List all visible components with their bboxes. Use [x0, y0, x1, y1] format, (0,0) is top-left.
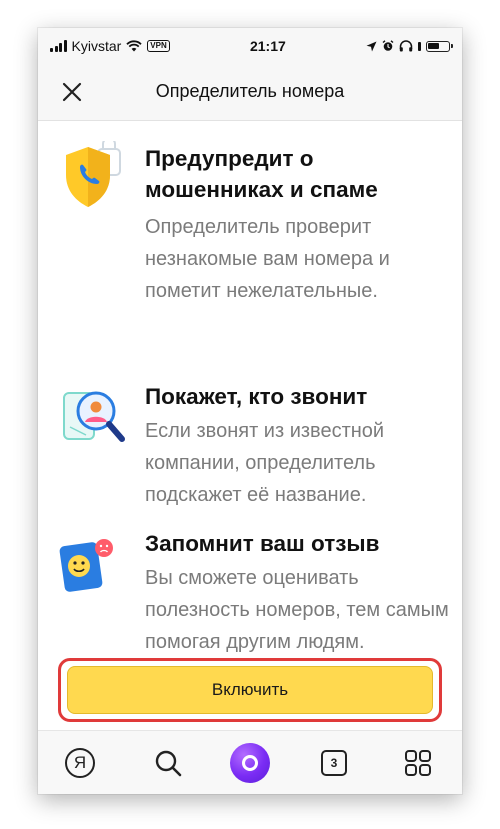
feature-item-feedback: Запомнит ваш отзыв Вы сможете оценивать … — [38, 528, 462, 671]
location-icon — [366, 41, 377, 51]
tab-yandex[interactable]: Я — [58, 741, 102, 785]
wifi-icon — [126, 40, 142, 52]
header: Определитель номера — [38, 64, 462, 121]
yandex-icon: Я — [65, 748, 95, 778]
status-bar: Kyivstar VPN 21:17 — [38, 28, 462, 64]
tab-tabs[interactable]: 3 — [312, 741, 356, 785]
status-bar-left: Kyivstar VPN — [50, 38, 170, 54]
status-time: 21:17 — [249, 38, 286, 54]
status-bar-right — [366, 40, 453, 52]
feedback-faces-icon — [59, 539, 113, 592]
magnifier-contact-icon — [63, 391, 125, 442]
headphones-icon — [399, 40, 413, 52]
enable-button-label: Включить — [211, 680, 289, 699]
alice-icon — [230, 743, 270, 783]
feature-item-caller-id: Покажет, кто звонит Если звонят из извес… — [38, 379, 462, 509]
carrier-label: Kyivstar — [71, 38, 122, 54]
tab-search[interactable] — [146, 741, 190, 785]
feature-description: Вы сможете оценивать полезность номеров,… — [145, 567, 449, 653]
feature-list: Предупредит о мошенниках и спаме Определ… — [38, 121, 462, 671]
tab-services[interactable] — [396, 741, 440, 785]
feature-description: Определитель проверит незнакомые вам ном… — [145, 216, 390, 302]
shield-phone-icon — [66, 141, 121, 207]
feature-title: Предупредит о мошенниках и спаме — [145, 146, 378, 202]
tab-alice[interactable] — [228, 741, 272, 785]
services-grid-icon — [405, 750, 431, 776]
enable-button[interactable]: Включить — [67, 666, 433, 714]
tabs-icon: 3 — [321, 750, 347, 776]
alarm-icon — [382, 40, 394, 51]
bottom-tab-bar: Я 3 — [38, 730, 462, 794]
phone-screen: Kyivstar VPN 21:17 Определитель номера П… — [38, 28, 462, 794]
feature-title: Покажет, кто звонит — [145, 384, 368, 409]
battery-icon — [426, 40, 453, 52]
feature-item-spam-warning: Предупредит о мошенниках и спаме Определ… — [38, 121, 462, 351]
charging-indicator-icon — [418, 41, 421, 51]
page-title: Определитель номера — [155, 81, 345, 101]
vpn-badge: VPN — [147, 40, 170, 52]
feature-title: Запомнит ваш отзыв — [145, 531, 380, 556]
signal-icon — [50, 40, 67, 52]
feature-description: Если звонят из известной компании, опред… — [145, 420, 385, 506]
search-icon — [155, 750, 182, 777]
tabs-count: 3 — [330, 756, 338, 770]
yandex-icon-label: Я — [73, 753, 87, 772]
